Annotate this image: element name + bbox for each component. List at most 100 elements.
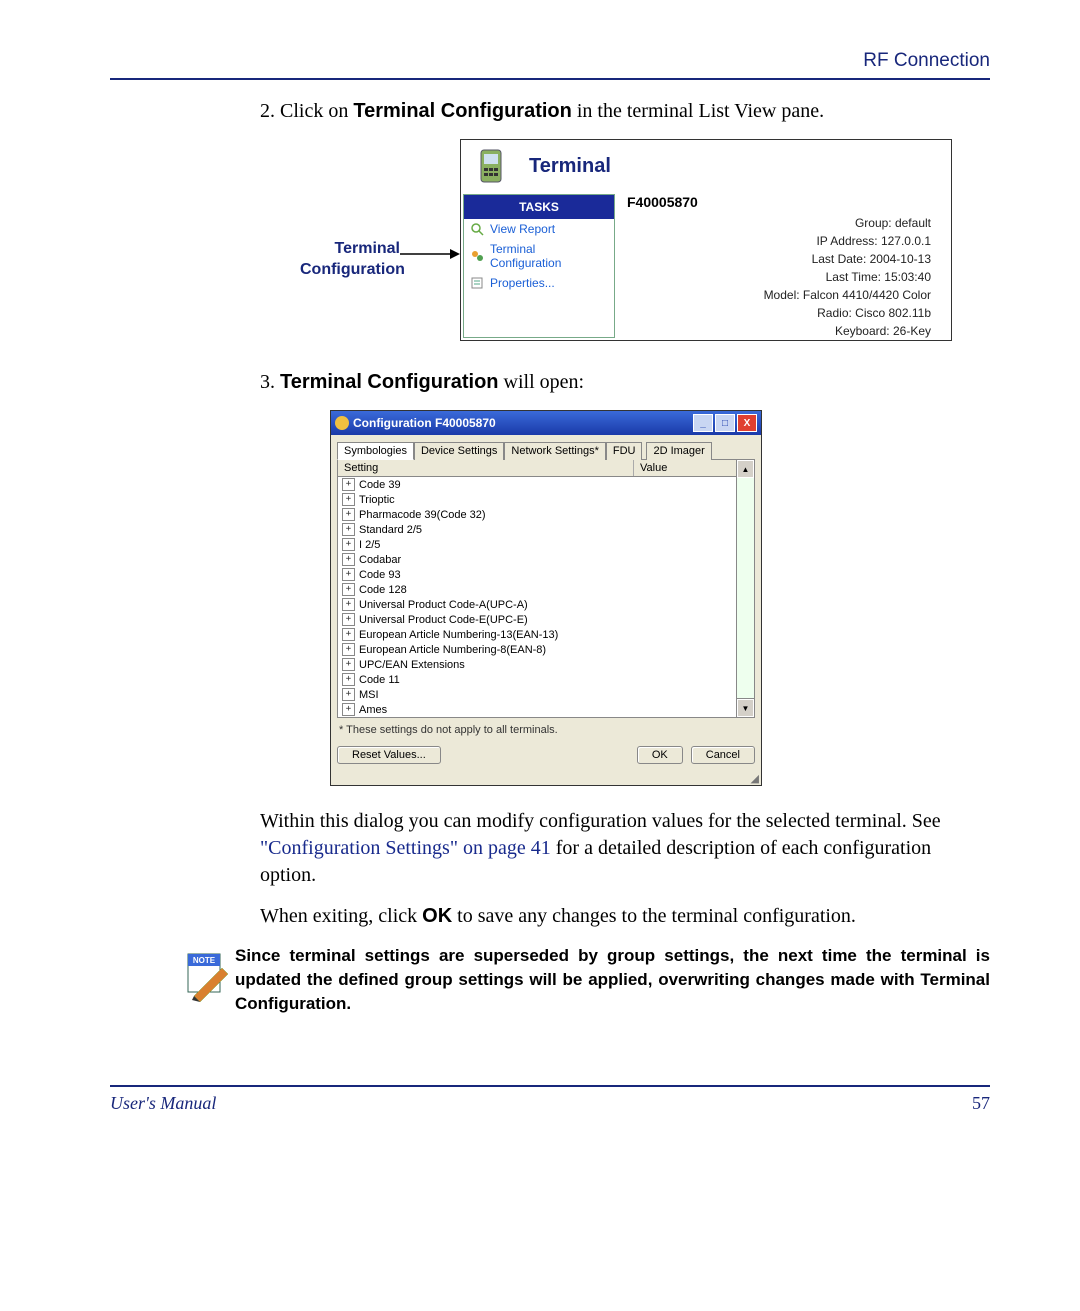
- tree-row[interactable]: + Pharmacode 39(Code 32): [338, 507, 736, 522]
- ok-button[interactable]: OK: [637, 746, 683, 764]
- terminal-title: Terminal: [529, 155, 611, 178]
- step2-num: 2.: [260, 100, 275, 122]
- expand-icon[interactable]: +: [342, 478, 355, 491]
- column-value[interactable]: Value: [634, 460, 736, 476]
- terminal-header: Terminal: [461, 140, 951, 192]
- tree-row[interactable]: +Ames: [338, 702, 736, 717]
- configuration-dialog: Configuration F40005870 _ □ X Symbologie…: [330, 410, 762, 786]
- callout-arrow: [400, 139, 460, 341]
- tab-device-settings[interactable]: Device Settings: [414, 442, 504, 460]
- link-config-settings[interactable]: "Configuration Settings" on page 41: [260, 837, 551, 859]
- info-date: Last Date: 2004-10-13: [627, 250, 931, 268]
- gears-icon: [470, 249, 484, 263]
- para2-post: to save any changes to the terminal conf…: [452, 905, 856, 927]
- tree-label: European Article Numbering-8(EAN-8): [359, 644, 546, 656]
- expand-icon[interactable]: +: [342, 613, 355, 626]
- tab-fdu[interactable]: FDU: [606, 442, 643, 460]
- column-setting[interactable]: Setting: [338, 460, 634, 476]
- tree-row[interactable]: +Universal Product Code-A(UPC-A): [338, 597, 736, 612]
- tree-row[interactable]: + Codabar: [338, 552, 736, 567]
- dialog-footnote: * These settings do not apply to all ter…: [337, 718, 755, 744]
- dialog-tabs: Symbologies Device Settings Network Sett…: [337, 441, 755, 460]
- expand-icon[interactable]: +: [342, 598, 355, 611]
- tree-row[interactable]: +Standard 2/5: [338, 522, 736, 537]
- expand-icon[interactable]: +: [342, 673, 355, 686]
- tree-label: I 2/5: [359, 539, 380, 551]
- expand-icon[interactable]: +: [342, 643, 355, 656]
- step-2: 2. Click on Terminal Configuration in th…: [260, 98, 990, 125]
- step2-bold: Terminal Configuration: [353, 100, 572, 122]
- tree-row[interactable]: +Code 39: [338, 477, 736, 492]
- tab-symbologies[interactable]: Symbologies: [337, 442, 414, 460]
- step3-bold: Terminal Configuration: [280, 371, 499, 393]
- dialog-icon: [335, 416, 349, 430]
- note-icon: NOTE: [180, 944, 235, 1015]
- task-terminal-configuration[interactable]: Terminal Configuration: [464, 239, 614, 273]
- dialog-titlebar[interactable]: Configuration F40005870 _ □ X: [331, 411, 761, 435]
- tree-label: Pharmacode 39(Code 32): [359, 509, 486, 521]
- info-time: Last Time: 15:03:40: [627, 268, 931, 286]
- task-view-report[interactable]: View Report: [464, 219, 614, 239]
- expand-icon[interactable]: +: [342, 688, 355, 701]
- para2-bold: OK: [422, 905, 452, 927]
- note-block: NOTE Since terminal settings are superse…: [180, 944, 990, 1015]
- tasks-heading: TASKS: [464, 195, 614, 219]
- tree-row[interactable]: +MSI: [338, 687, 736, 702]
- expand-icon[interactable]: +: [342, 508, 355, 521]
- header-title: RF Connection: [110, 50, 990, 72]
- tree-row[interactable]: + Code 93: [338, 567, 736, 582]
- info-ip: IP Address: 127.0.0.1: [627, 232, 931, 250]
- callout-label: Terminal Configuration: [300, 139, 400, 341]
- expand-icon[interactable]: +: [342, 538, 355, 551]
- minimize-button[interactable]: _: [693, 414, 713, 432]
- terminal-id: F40005870: [627, 192, 941, 214]
- task-label: Properties...: [490, 276, 555, 290]
- close-button[interactable]: X: [737, 414, 757, 432]
- para2-pre: When exiting, click: [260, 905, 422, 927]
- tree-label: Code 11: [359, 674, 400, 686]
- expand-icon[interactable]: +: [342, 583, 355, 596]
- tree-row[interactable]: +European Article Numbering-13(EAN-13): [338, 627, 736, 642]
- expand-icon[interactable]: +: [342, 658, 355, 671]
- dialog-title-text: Configuration F40005870: [353, 416, 496, 430]
- tree-label: Universal Product Code-E(UPC-E): [359, 614, 528, 626]
- step2-pre: Click on: [280, 100, 353, 122]
- callout-line2: Configuration: [300, 260, 400, 281]
- tree-label: Code 93: [359, 569, 401, 581]
- tree-row[interactable]: +UPC/EAN Extensions: [338, 657, 736, 672]
- tree-row[interactable]: +Code 128: [338, 582, 736, 597]
- expand-icon[interactable]: +: [342, 553, 355, 566]
- info-model: Model: Falcon 4410/4420 Color: [627, 286, 931, 304]
- maximize-button[interactable]: □: [715, 414, 735, 432]
- expand-icon[interactable]: +: [342, 628, 355, 641]
- step3-num: 3.: [260, 371, 275, 393]
- tree-row[interactable]: + Code 11: [338, 672, 736, 687]
- tree-row[interactable]: + I 2/5: [338, 537, 736, 552]
- reset-values-button[interactable]: Reset Values...: [337, 746, 441, 764]
- tree-row[interactable]: +Trioptic: [338, 492, 736, 507]
- expand-icon[interactable]: +: [342, 703, 355, 716]
- note-text: Since terminal settings are superseded b…: [235, 944, 990, 1015]
- paragraph-within-dialog: Within this dialog you can modify config…: [260, 808, 990, 889]
- tree-label: Codabar: [359, 554, 401, 566]
- resize-grip[interactable]: ◢: [331, 772, 761, 785]
- task-properties[interactable]: Properties...: [464, 273, 614, 293]
- cancel-button[interactable]: Cancel: [691, 746, 755, 764]
- scroll-down-button[interactable]: ▼: [737, 699, 754, 717]
- scroll-up-button[interactable]: ▲: [737, 460, 754, 478]
- vertical-scrollbar[interactable]: ▲ ▼: [736, 460, 754, 717]
- step-3: 3. Terminal Configuration will open:: [260, 369, 990, 396]
- expand-icon[interactable]: +: [342, 568, 355, 581]
- tree-row[interactable]: + Universal Product Code-E(UPC-E): [338, 612, 736, 627]
- tab-2d-imager[interactable]: 2D Imager: [646, 442, 711, 460]
- footer-left: User's Manual: [110, 1093, 972, 1114]
- task-label: Terminal Configuration: [490, 242, 608, 270]
- expand-icon[interactable]: +: [342, 523, 355, 536]
- tasks-panel: TASKS View Report Terminal Configuration…: [463, 194, 615, 338]
- expand-icon[interactable]: +: [342, 493, 355, 506]
- tab-network-settings[interactable]: Network Settings*: [504, 442, 605, 460]
- svg-text:NOTE: NOTE: [193, 956, 216, 965]
- step3-post: will open:: [499, 371, 585, 393]
- tree-row[interactable]: + European Article Numbering-8(EAN-8): [338, 642, 736, 657]
- report-icon: [470, 222, 484, 236]
